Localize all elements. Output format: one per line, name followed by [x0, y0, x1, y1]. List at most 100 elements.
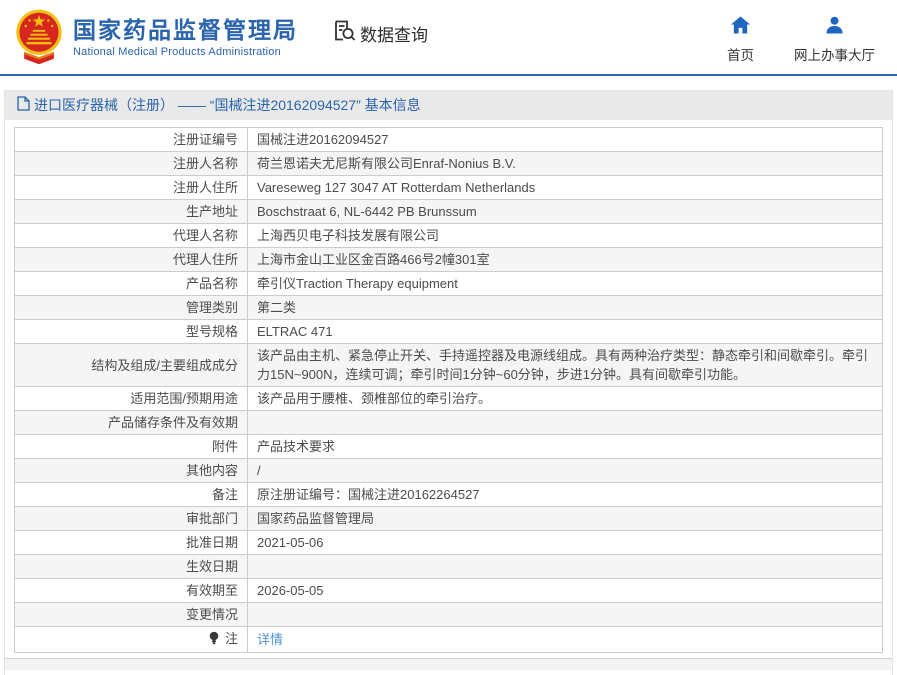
- row-label-cell: 适用范围/预期用途: [14, 386, 248, 411]
- data-query-nav[interactable]: 数据查询: [332, 18, 428, 48]
- row-value-cell: [247, 602, 883, 627]
- row-label: 批准日期: [185, 535, 238, 550]
- brand-text: 国家药品监督管理局 National Medical Products Admi…: [73, 17, 298, 58]
- brand: 国家药品监督管理局 National Medical Products Admi…: [14, 8, 298, 66]
- row-label-cell: 代理人住所: [14, 247, 248, 272]
- row-value-cell: 第二类: [247, 295, 883, 320]
- table-row: 审批部门 国家药品监督管理局: [14, 506, 883, 531]
- footer-strip: [5, 658, 892, 670]
- row-label-cell: 型号规格: [14, 319, 248, 344]
- table-row: 管理类别 第二类: [14, 295, 883, 320]
- row-value-cell: 上海市金山工业区金百路466号2幢301室: [247, 247, 883, 272]
- table-row: 注册人住所 Vareseweg 127 3047 AT Rotterdam Ne…: [14, 175, 883, 200]
- row-label-cell: 审批部门: [14, 506, 248, 531]
- row-value-cell: [247, 554, 883, 579]
- row-value-cell: 详情: [247, 626, 883, 653]
- row-label: 有效期至: [185, 583, 238, 598]
- table-row: 代理人住所 上海市金山工业区金百路466号2幢301室: [14, 247, 883, 272]
- table-row: 型号规格 ELTRAC 471: [14, 319, 883, 344]
- row-label-cell: 备注: [14, 482, 248, 507]
- table-row: 注册证编号 国械注进20162094527: [14, 127, 883, 152]
- row-label-cell: 注: [14, 626, 248, 653]
- row-value-cell: 国家药品监督管理局: [247, 506, 883, 531]
- detail-link[interactable]: 详情: [257, 632, 283, 647]
- row-value-cell: [247, 410, 883, 435]
- top-links: 首页 网上办事大厅: [727, 16, 875, 64]
- row-label-cell: 注册人名称: [14, 151, 248, 176]
- row-label-cell: 代理人名称: [14, 223, 248, 248]
- row-value-cell: 上海西贝电子科技发展有限公司: [247, 223, 883, 248]
- site-title: 国家药品监督管理局: [73, 16, 298, 43]
- row-value-cell: 荷兰恩诺夫尤尼斯有限公司Enraf-Nonius B.V.: [247, 151, 883, 176]
- row-label-cell: 注册人住所: [14, 175, 248, 200]
- table-row: 备注 原注册证编号：国械注进20162264527: [14, 482, 883, 507]
- row-label: 型号规格: [185, 324, 238, 339]
- table-row: 附件 产品技术要求: [14, 434, 883, 459]
- row-label: 注册人住所: [172, 180, 238, 195]
- row-label: 注: [224, 631, 238, 646]
- person-icon: [825, 16, 844, 39]
- table-row: 产品名称 牵引仪Traction Therapy equipment: [14, 271, 883, 296]
- registration-info-table: 注册证编号 国械注进20162094527 注册人名称 荷兰恩诺夫尤尼斯有限公司…: [14, 127, 883, 653]
- registration-table-body: 注册证编号 国械注进20162094527 注册人名称 荷兰恩诺夫尤尼斯有限公司…: [14, 127, 883, 653]
- row-label: 生产地址: [185, 204, 238, 219]
- row-label: 注册证编号: [172, 132, 238, 147]
- row-label-cell: 管理类别: [14, 295, 248, 320]
- row-value-cell: Vareseweg 127 3047 AT Rotterdam Netherla…: [247, 175, 883, 200]
- site-header: 国家药品监督管理局 National Medical Products Admi…: [0, 0, 897, 76]
- home-icon: [731, 16, 750, 39]
- row-value-cell: 2026-05-05: [247, 578, 883, 603]
- document-icon: [17, 96, 34, 114]
- main-content: 进口医疗器械（注册） —— “国械注进20162094527” 基本信息 注册证…: [4, 90, 893, 675]
- row-label: 变更情况: [185, 607, 238, 622]
- row-label-cell: 生产地址: [14, 199, 248, 224]
- breadcrumb-text: 进口医疗器械（注册） —— “国械注进20162094527” 基本信息: [34, 97, 421, 113]
- table-row: 产品储存条件及有效期: [14, 410, 883, 435]
- national-emblem-logo: [14, 8, 64, 66]
- table-row: 生效日期: [14, 554, 883, 579]
- table-row: 注册人名称 荷兰恩诺夫尤尼斯有限公司Enraf-Nonius B.V.: [14, 151, 883, 176]
- data-query-label: 数据查询: [360, 25, 428, 45]
- row-label: 生效日期: [185, 559, 238, 574]
- row-label-cell: 注册证编号: [14, 127, 248, 152]
- table-row: 生产地址 Boschstraat 6, NL-6442 PB Brunssum: [14, 199, 883, 224]
- row-label-cell: 生效日期: [14, 554, 248, 579]
- row-label-cell: 产品名称: [14, 271, 248, 296]
- nav-home-label: 首页: [727, 48, 754, 63]
- table-row: 适用范围/预期用途 该产品用于腰椎、颈椎部位的牵引治疗。: [14, 386, 883, 411]
- row-label-cell: 产品储存条件及有效期: [14, 410, 248, 435]
- table-row: 结构及组成/主要组成成分 该产品由主机、紧急停止开关、手持遥控器及电源线组成。具…: [14, 343, 883, 387]
- row-value-cell: /: [247, 458, 883, 483]
- table-row: 变更情况: [14, 602, 883, 627]
- nav-online-hall-label: 网上办事大厅: [794, 48, 875, 63]
- row-value-cell: 该产品由主机、紧急停止开关、手持遥控器及电源线组成。具有两种治疗类型：静态牵引和…: [247, 343, 883, 387]
- row-label-cell: 其他内容: [14, 458, 248, 483]
- row-label: 管理类别: [185, 300, 238, 315]
- table-row: 注 详情: [14, 626, 883, 653]
- row-label-cell: 有效期至: [14, 578, 248, 603]
- row-value-cell: 牵引仪Traction Therapy equipment: [247, 271, 883, 296]
- row-value-cell: 该产品用于腰椎、颈椎部位的牵引治疗。: [247, 386, 883, 411]
- row-label: 审批部门: [185, 511, 238, 526]
- note-bulb-icon: [208, 631, 220, 650]
- row-label: 注册人名称: [172, 156, 238, 171]
- row-label-cell: 变更情况: [14, 602, 248, 627]
- row-label: 代理人名称: [172, 228, 238, 243]
- row-value-cell: 产品技术要求: [247, 434, 883, 459]
- table-row: 其他内容 /: [14, 458, 883, 483]
- row-label: 产品名称: [185, 276, 238, 291]
- row-label: 产品储存条件及有效期: [107, 415, 238, 430]
- row-value-cell: 2021-05-06: [247, 530, 883, 555]
- row-label-cell: 结构及组成/主要组成成分: [14, 343, 248, 387]
- table-row: 代理人名称 上海西贝电子科技发展有限公司: [14, 223, 883, 248]
- table-row: 批准日期 2021-05-06: [14, 530, 883, 555]
- row-label: 适用范围/预期用途: [130, 391, 238, 406]
- row-value-cell: 国械注进20162094527: [247, 127, 883, 152]
- table-row: 有效期至 2026-05-05: [14, 578, 883, 603]
- row-label: 备注: [211, 487, 238, 502]
- row-label: 结构及组成/主要组成成分: [91, 357, 238, 373]
- nav-online-hall[interactable]: 网上办事大厅: [794, 16, 875, 64]
- breadcrumb: 进口医疗器械（注册） —— “国械注进20162094527” 基本信息: [5, 90, 892, 120]
- site-subtitle: National Medical Products Administration: [73, 45, 281, 58]
- nav-home[interactable]: 首页: [727, 16, 754, 64]
